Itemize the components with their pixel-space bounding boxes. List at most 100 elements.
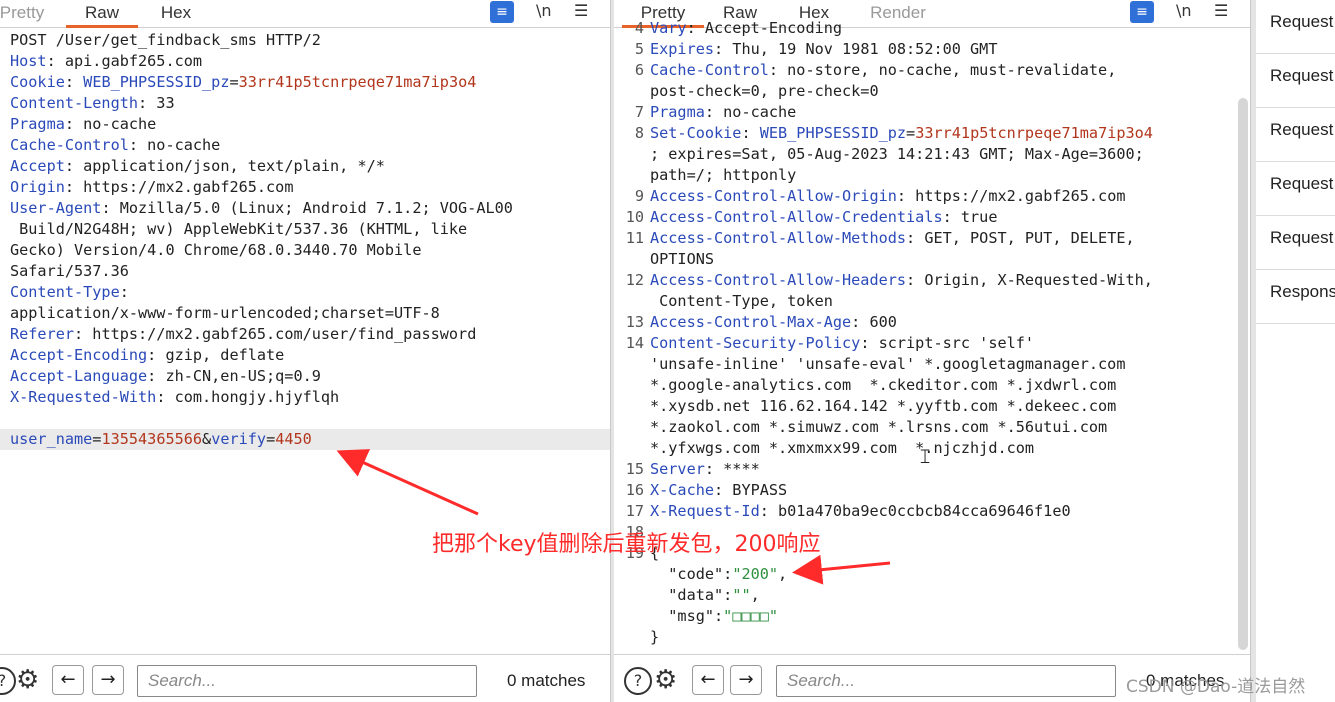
header-name: X-Request-Id <box>650 502 760 520</box>
code-line: application/x-www-form-urlencoded;charse… <box>0 303 610 324</box>
header-name: Referer <box>10 325 75 343</box>
sidebar-item-request-headers[interactable]: Request <box>1256 216 1335 270</box>
tab-pretty[interactable]: Pretty <box>0 0 46 28</box>
code-line: Pragma: no-cache <box>0 114 610 135</box>
response-editor[interactable]: 4 Vary: Accept-Encoding 5 Expires: Thu, 19 … <box>614 18 1250 654</box>
tab-raw[interactable]: Raw <box>66 0 138 28</box>
sidebar-item-response-headers[interactable]: Respons <box>1256 270 1335 324</box>
header-value: : com.hongjy.hjyflqh <box>156 388 340 406</box>
text-cursor-icon: 𝙸 <box>918 444 933 468</box>
help-icon[interactable]: ? <box>0 667 16 695</box>
sidebar-item-request-body[interactable]: Request <box>1256 108 1335 162</box>
line-number: 5 <box>634 40 644 58</box>
annotation-label: 把那个key值删除后重新发包，200响应 <box>432 532 821 557</box>
header-value: post-check=0, pre-check=0 <box>650 82 879 100</box>
code-line: 'unsafe-inline' 'unsafe-eval' *.googleta… <box>614 354 1250 375</box>
header-value: : no-cache <box>64 115 157 133</box>
code-line: 9 Access-Control-Allow-Origin: https://mx… <box>614 186 1250 207</box>
previous-match-button[interactable]: ← <box>52 665 84 695</box>
code-line: Host: api.gabf265.com <box>0 51 610 72</box>
header-name: WEB_PHPSESSID_pz <box>759 124 907 142</box>
header-name: Accept <box>10 157 65 175</box>
request-pane: Pretty Raw Hex ≡ \n ☰ POST /User/get_fin… <box>0 0 610 702</box>
code-line: } <box>614 627 1250 648</box>
header-name: WEB_PHPSESSID_pz <box>83 73 230 91</box>
newline-toggle-button[interactable]: \n <box>536 0 552 26</box>
header-value: : <box>119 283 129 301</box>
line-number: 14 <box>625 334 644 352</box>
header-value: : <box>723 586 733 604</box>
code-line: Referer: https://mx2.gabf265.com/user/fi… <box>0 324 610 345</box>
help-icon[interactable]: ? <box>624 667 652 695</box>
sidebar-item-request-query[interactable]: Request <box>1256 54 1335 108</box>
header-name: Cache-Control <box>10 136 129 154</box>
wrap-lines-icon[interactable]: ≡ <box>490 1 514 23</box>
header-value: Content-Type, token <box>650 292 833 310</box>
header-value: : no-cache <box>704 103 797 121</box>
code-line: "data":"", <box>614 585 1250 606</box>
code-line: Content-Type: <box>0 282 610 303</box>
request-search-input[interactable]: Search... <box>137 665 477 697</box>
header-name: Host <box>10 52 47 70</box>
header-value: Safari/537.36 <box>10 262 129 280</box>
header-value: = <box>229 73 239 91</box>
header-name: Content-Security-Policy <box>650 334 861 352</box>
header-value: : 600 <box>851 313 897 331</box>
next-match-button[interactable]: → <box>730 665 762 695</box>
line-number: 8 <box>634 124 644 142</box>
code-line: Safari/537.36 <box>0 261 610 282</box>
header-value: : application/json, text/plain, */* <box>64 157 385 175</box>
header-value: "" <box>732 586 751 604</box>
code-line: Content-Length: 33 <box>0 93 610 114</box>
header-value: 'unsafe-inline' 'unsafe-eval' *.googleta… <box>650 355 1126 373</box>
header-value: "200" <box>732 565 779 583</box>
code-line: 11 Access-Control-Allow-Methods: GET, POS… <box>614 228 1250 249</box>
line-number: 4 <box>634 19 644 37</box>
code-line: 16 X-Cache: BYPASS <box>614 480 1250 501</box>
code-line: 10 Access-Control-Allow-Credentials: true <box>614 207 1250 228</box>
request-editor[interactable]: POST /User/get_findback_sms HTTP/2 Host: … <box>0 30 610 654</box>
header-value: *.xysdb.net 116.62.164.142 *.yyftb.com *… <box>650 397 1117 415</box>
code-line: ; expires=Sat, 05-Aug-2023 14:21:43 GMT;… <box>614 144 1250 165</box>
sidebar-item-request-attributes[interactable]: Request <box>1256 0 1335 54</box>
tab-hex[interactable]: Hex <box>148 0 204 28</box>
line-number: 6 <box>634 61 644 79</box>
header-value: : gzip, deflate <box>147 346 285 364</box>
header-value: ; expires=Sat, 05-Aug-2023 14:21:43 GMT;… <box>650 145 1144 163</box>
header-value: "code" <box>650 565 724 583</box>
code-line: X-Requested-With: com.hongjy.hjyflqh <box>0 387 610 408</box>
header-name: X-Requested-With <box>10 388 157 406</box>
header-value: & <box>202 430 212 448</box>
header-name: Access-Control-Allow-Credentials <box>650 208 943 226</box>
gear-icon[interactable]: ⚙ <box>16 665 39 695</box>
header-value: POST /User/get_findback_sms HTTP/2 <box>10 31 321 49</box>
menu-icon[interactable]: ☰ <box>574 0 588 26</box>
code-line: "msg":"□□□□" <box>614 606 1250 627</box>
header-value: OPTIONS <box>650 250 715 268</box>
previous-match-button[interactable]: ← <box>692 665 724 695</box>
header-name: Accept-Language <box>10 367 148 385</box>
header-value: : no-store, no-cache, must-revalidate, <box>768 61 1117 79</box>
header-value: Gecko) Version/4.0 Chrome/68.0.3440.70 M… <box>10 241 422 259</box>
header-name: Server <box>650 460 705 478</box>
code-line: post-check=0, pre-check=0 <box>614 81 1250 102</box>
header-value: : Origin, X-Requested-With, <box>906 271 1153 289</box>
line-number: 10 <box>625 208 644 226</box>
header-value: : <box>723 565 733 583</box>
code-line: OPTIONS <box>614 249 1250 270</box>
header-value: path=/; httponly <box>650 166 797 184</box>
code-line: User-Agent: Mozilla/5.0 (Linux; Android … <box>0 198 610 219</box>
sidebar-item-request-cookies[interactable]: Request <box>1256 162 1335 216</box>
header-value: : BYPASS <box>714 481 788 499</box>
vertical-scrollbar[interactable] <box>1238 98 1248 650</box>
header-name: Access-Control-Allow-Origin <box>650 187 897 205</box>
next-match-button[interactable]: → <box>92 665 124 695</box>
gear-icon[interactable]: ⚙ <box>654 665 677 695</box>
header-name: Pragma <box>10 115 65 133</box>
response-search-input[interactable]: Search... <box>776 665 1116 697</box>
header-value: "msg" <box>650 607 715 625</box>
header-value: *.yfxwgs.com *.xmxmxx99.com *.njczhjd.co… <box>650 439 1035 457</box>
header-value: : b01a470ba9ec0ccbcb84cca69646f1e0 <box>759 502 1071 520</box>
code-line: Accept-Encoding: gzip, deflate <box>0 345 610 366</box>
header-value: : https://mx2.gabf265.com/user/find_pass… <box>74 325 477 343</box>
